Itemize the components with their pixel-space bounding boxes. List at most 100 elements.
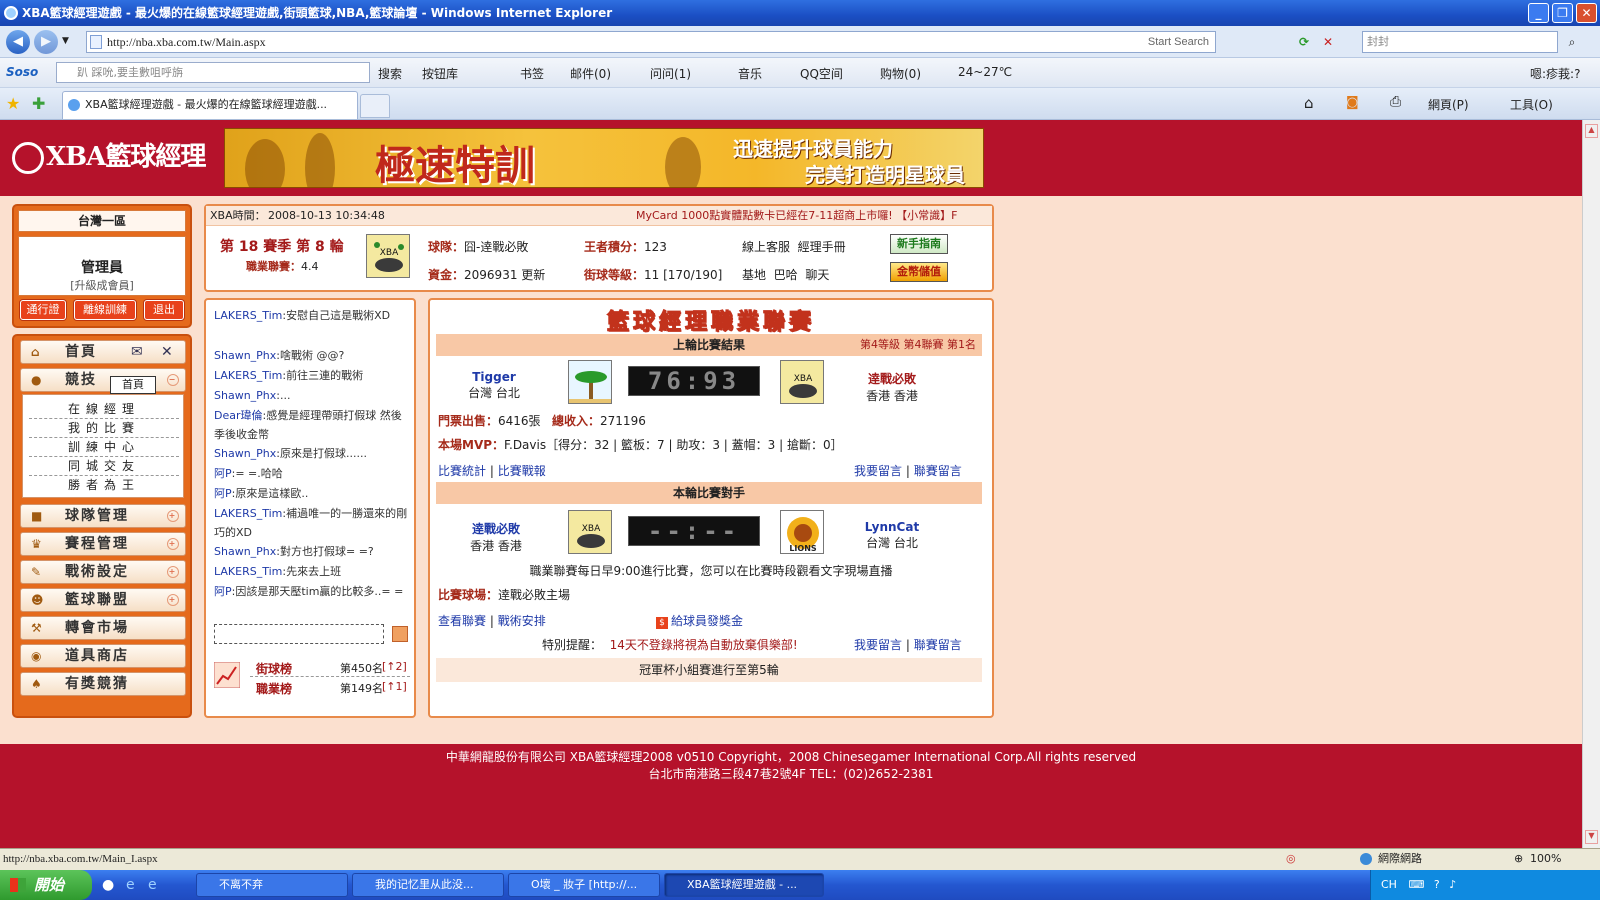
chat-user[interactable]: LAKERS_Tim xyxy=(214,309,282,322)
menu-compete[interactable]: ● 競技 − xyxy=(20,368,186,392)
league-message-link[interactable]: 聯賽留言 xyxy=(914,464,962,478)
volume-icon[interactable]: ♪ xyxy=(1449,878,1456,891)
menu-tactics[interactable]: ✎ 戰術設定 + xyxy=(20,560,186,584)
minimize-button[interactable]: _ xyxy=(1528,3,1549,23)
security-icon[interactable]: ◎ xyxy=(1286,849,1296,869)
toolbar-item-ask[interactable]: 问问(1) xyxy=(650,65,691,82)
tools-menu[interactable]: 工具(O) xyxy=(1510,96,1553,113)
submenu-my-games[interactable]: 我的比賽 xyxy=(29,418,179,438)
scroll-down-icon[interactable]: ▼ xyxy=(1585,830,1598,844)
zoom-level[interactable]: 100% xyxy=(1530,849,1561,869)
search-input[interactable]: 封封 xyxy=(1362,31,1558,53)
league-message-link-2[interactable]: 聯賽留言 xyxy=(914,638,962,652)
toolbar-item-mail[interactable]: 邮件(0) xyxy=(570,65,611,82)
toolbar-item-shopping[interactable]: 购物(0) xyxy=(880,65,921,82)
chat-link[interactable]: 聊天 xyxy=(805,268,829,282)
newbie-guide-button[interactable]: 新手指南 xyxy=(890,234,948,254)
soso-logo[interactable]: Soso xyxy=(6,65,38,79)
chat-user[interactable]: Shawn_Phx xyxy=(214,389,276,402)
toolbar-item-qzone[interactable]: QQ空间 xyxy=(800,65,843,82)
pass-button[interactable]: 通行證 xyxy=(20,300,66,320)
history-dropdown-icon[interactable]: ▼ xyxy=(62,36,69,46)
toolbar-item-bookmarks[interactable]: 书签 xyxy=(520,65,544,82)
away-team-name[interactable]: 逹戰必敗 xyxy=(842,370,942,387)
taskbar-item[interactable]: 我的记忆里从此没... xyxy=(352,873,504,897)
mail-icon[interactable]: ✉ xyxy=(131,341,145,363)
submenu-city-friends[interactable]: 同城交友 xyxy=(29,456,179,476)
url-input[interactable]: http://nba.xba.com.tw/Main.aspx Start Se… xyxy=(86,31,1216,53)
chat-user[interactable]: Shawn_Phx xyxy=(214,545,276,558)
add-favorites-icon[interactable]: ✚ xyxy=(32,94,45,113)
taskbar-item[interactable]: O壞 _ 妝子 [http://... xyxy=(508,873,660,897)
taskbar-item[interactable]: 不离不弃 xyxy=(196,873,348,897)
submenu-winner[interactable]: 勝者為王 xyxy=(29,475,179,495)
away-team-logo[interactable]: XBA xyxy=(780,360,824,404)
announcement-marquee[interactable]: MyCard 1000點實體點數卡已經在7-11超商上市囉! 【小常識】F xyxy=(636,206,988,226)
tactics-link[interactable]: 戰術安排 xyxy=(498,614,546,628)
next-away-team-name[interactable]: LynnCat xyxy=(842,520,942,534)
stop-icon[interactable]: ✕ xyxy=(1318,32,1338,52)
toolbar-item-buttons[interactable]: 按钮库 xyxy=(422,65,458,82)
training-banner[interactable]: 極速特訓 迅速提升球員能力 完美打造明星球員 xyxy=(224,128,984,188)
search-go-icon[interactable]: ⌕ xyxy=(1562,32,1582,52)
bahamut-link[interactable]: 巴哈 xyxy=(774,268,798,282)
back-button[interactable]: ◀ xyxy=(6,30,30,54)
chat-user[interactable]: Shawn_Phx xyxy=(214,447,276,460)
menu-schedule[interactable]: ♛ 賽程管理 + xyxy=(20,532,186,556)
quicklaunch-chrome-icon[interactable]: ● xyxy=(102,877,114,893)
language-indicator[interactable]: CH xyxy=(1381,878,1397,891)
tools-icon[interactable]: ✕ xyxy=(161,341,175,363)
site-logo[interactable]: XBA籃球經理 xyxy=(12,136,206,174)
menu-league[interactable]: ☻ 籃球聯盟 + xyxy=(20,588,186,612)
game-report-link[interactable]: 比賽戰報 xyxy=(498,464,546,478)
view-league-link[interactable]: 查看聯賽 xyxy=(438,614,486,628)
update-link[interactable]: 更新 xyxy=(521,268,545,282)
zoom-icon[interactable]: ⊕ xyxy=(1514,849,1523,869)
home-team-name[interactable]: Tigger xyxy=(444,370,544,384)
chat-user[interactable]: 阿P xyxy=(214,467,232,480)
next-home-logo[interactable]: XBA xyxy=(568,510,612,554)
menu-transfer-market[interactable]: ⚒ 轉會市場 xyxy=(20,616,186,640)
help-icon[interactable]: ? xyxy=(1434,878,1440,891)
chat-user[interactable]: 阿P xyxy=(214,585,232,598)
refresh-icon[interactable]: ⟳ xyxy=(1294,32,1314,52)
menu-prize-quiz[interactable]: ♠ 有獎競猜 xyxy=(20,672,186,696)
chat-user[interactable]: LAKERS_Tim xyxy=(214,369,282,382)
quicklaunch-ie2-icon[interactable]: e xyxy=(148,877,157,893)
exit-button[interactable]: 退出 xyxy=(144,300,184,320)
chat-user[interactable]: LAKERS_Tim xyxy=(214,507,282,520)
chat-user[interactable]: Shawn_Phx xyxy=(214,349,276,362)
chat-user[interactable]: 阿P xyxy=(214,487,232,500)
leave-message-link-2[interactable]: 我要留言 xyxy=(854,638,902,652)
scroll-up-icon[interactable]: ▲ xyxy=(1585,124,1598,138)
toolbar-item-music[interactable]: 音乐 xyxy=(738,65,762,82)
online-service-link[interactable]: 線上客服 xyxy=(742,240,790,254)
chat-send-button[interactable] xyxy=(392,626,408,642)
home-icon[interactable]: ⌂ xyxy=(1304,94,1314,112)
new-tab-button[interactable] xyxy=(360,94,390,118)
start-button[interactable]: 開始 xyxy=(0,870,92,900)
team-logo[interactable]: XBA xyxy=(366,234,410,278)
print-icon[interactable]: ⎙ xyxy=(1390,94,1401,110)
submenu-training-center[interactable]: 訓練中心 xyxy=(29,437,179,457)
soso-search-button[interactable]: 搜索 xyxy=(378,65,402,82)
toolbar-item-weather[interactable]: 24~27℃ xyxy=(958,65,1012,79)
gold-recharge-button[interactable]: 金幣儲值 xyxy=(890,262,948,282)
page-menu[interactable]: 網頁(P) xyxy=(1428,96,1469,113)
chat-user[interactable]: LAKERS_Tim xyxy=(214,565,282,578)
taskbar-item-active[interactable]: XBA籃球經理遊戲 - ... xyxy=(664,873,824,897)
menu-home[interactable]: ⌂ 首頁 ✉ ✕ xyxy=(20,340,186,364)
chat-input[interactable] xyxy=(214,624,384,644)
page-scrollbar[interactable]: ▲ ▼ xyxy=(1582,120,1600,848)
leave-message-link[interactable]: 我要留言 xyxy=(854,464,902,478)
soso-search-input[interactable]: 趴 踩吮,要圭數咀呼旃 xyxy=(56,62,370,83)
offline-training-button[interactable]: 離線訓練 xyxy=(74,300,136,320)
tab-xba[interactable]: XBA籃球經理遊戲 - 最火爆的在線籃球經理遊戲... xyxy=(62,91,358,119)
game-stats-link[interactable]: 比賽統計 xyxy=(438,464,486,478)
feeds-icon[interactable]: ◙ xyxy=(1346,95,1359,110)
next-home-team-name[interactable]: 逹戰必敗 xyxy=(446,520,546,537)
quicklaunch-ie-icon[interactable]: e xyxy=(126,877,135,893)
chat-user[interactable]: Dear瑋倫 xyxy=(214,409,263,422)
submenu-online-manager[interactable]: 在線經理 xyxy=(29,399,179,419)
menu-item-shop[interactable]: ◉ 道具商店 xyxy=(20,644,186,668)
